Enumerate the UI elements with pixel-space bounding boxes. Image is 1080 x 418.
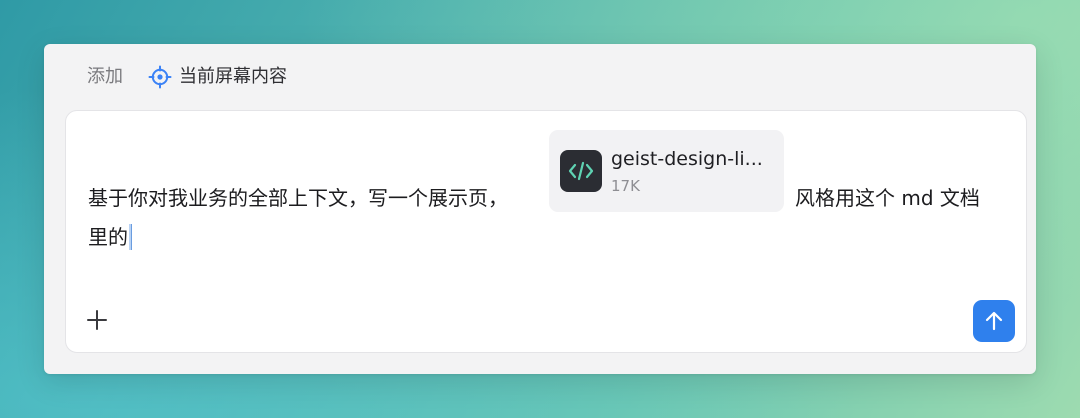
arrow-up-icon	[985, 311, 1003, 331]
text-cursor	[129, 224, 132, 250]
composer-panel: 添加 当前屏幕内容 geist-design-li... 17K 基于你对我业务…	[44, 44, 1036, 374]
attachment-size: 17K	[611, 177, 640, 195]
message-input-box[interactable]: geist-design-li... 17K 基于你对我业务的全部上下文，写一个…	[65, 110, 1027, 353]
message-text-part-2: 风格用这个 md 文档	[795, 186, 980, 210]
current-screen-label: 当前屏幕内容	[179, 66, 287, 87]
plus-icon	[87, 310, 107, 330]
crosshair-target-icon	[148, 65, 172, 89]
add-attachment-button[interactable]	[84, 307, 110, 333]
message-text-part-3: 里的	[88, 225, 128, 249]
current-screen-context-chip[interactable]: 当前屏幕内容	[148, 64, 287, 90]
context-toolbar: 添加 当前屏幕内容	[44, 44, 1036, 110]
message-text-part-1: 基于你对我业务的全部上下文，写一个展示页，	[88, 186, 508, 210]
attachment-name: geist-design-li...	[611, 148, 763, 170]
code-file-icon	[560, 150, 602, 192]
message-text-line-2-container: 里的	[88, 222, 132, 252]
send-button[interactable]	[973, 300, 1015, 342]
attachment-chip[interactable]: geist-design-li... 17K	[549, 130, 784, 212]
add-context-button[interactable]: 添加	[87, 64, 123, 90]
